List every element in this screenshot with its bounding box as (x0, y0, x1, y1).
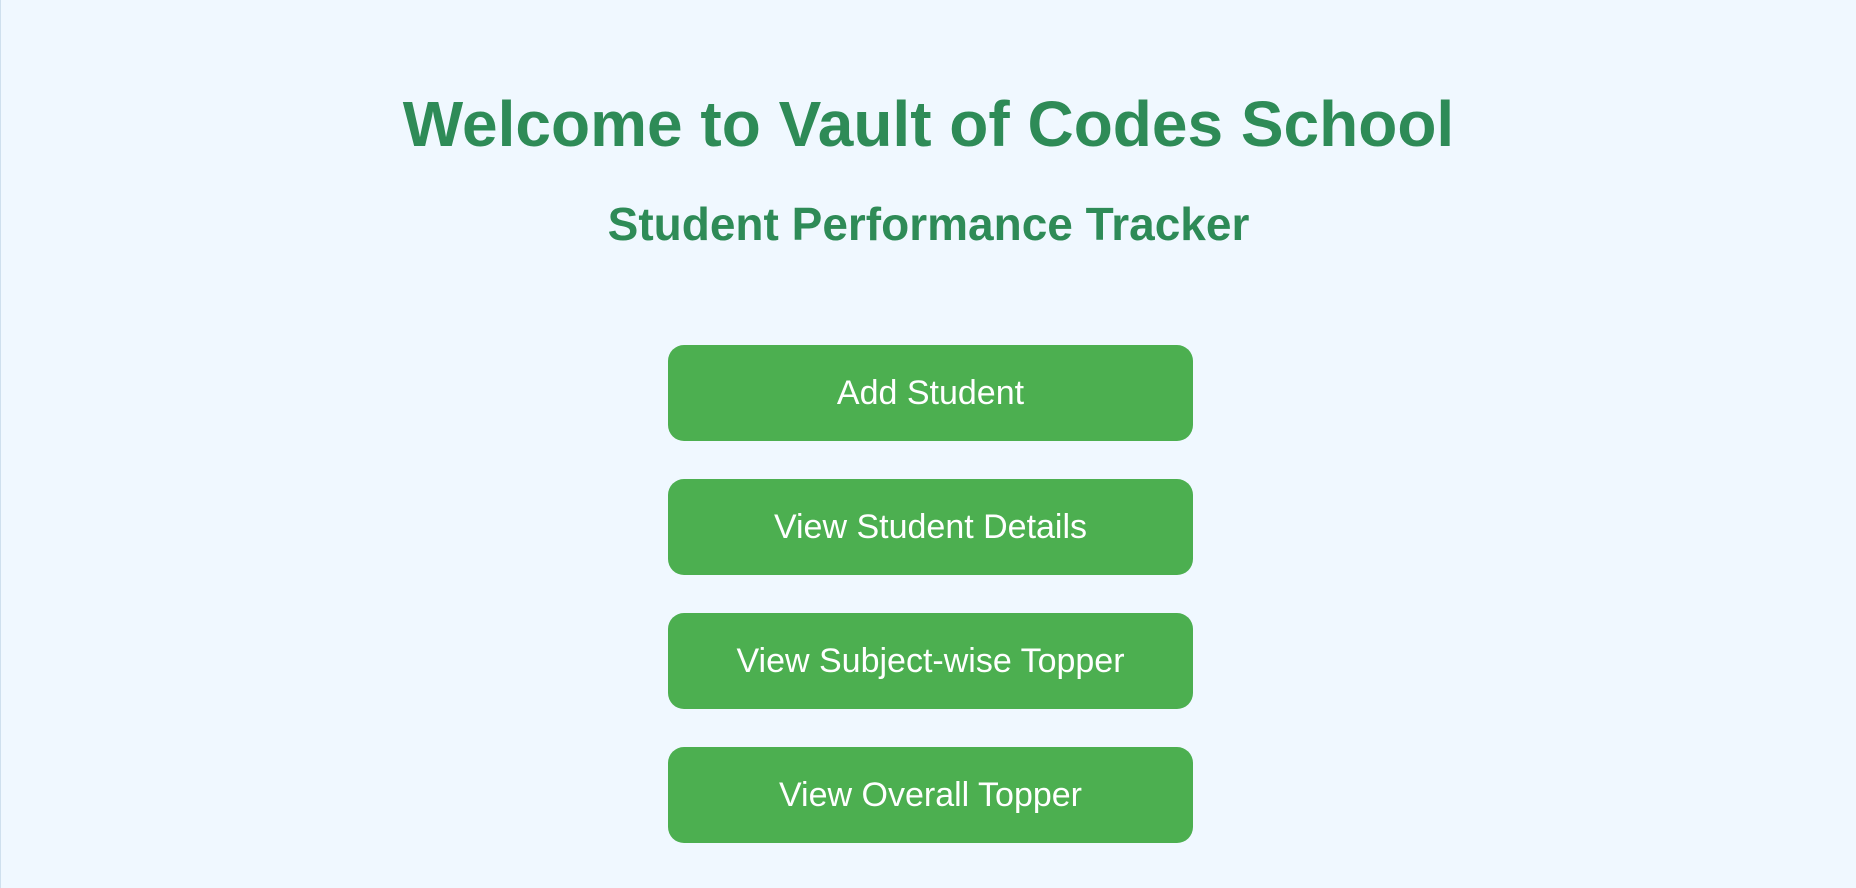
view-overall-topper-button[interactable]: View Overall Topper (668, 747, 1193, 843)
view-subject-wise-topper-button[interactable]: View Subject-wise Topper (668, 613, 1193, 709)
page-subtitle: Student Performance Tracker (607, 198, 1250, 250)
main-menu: Add Student View Student Details View Su… (668, 345, 1193, 881)
view-student-details-button[interactable]: View Student Details (668, 479, 1193, 575)
page: Welcome to Vault of Codes School Student… (1, 0, 1856, 888)
add-student-button[interactable]: Add Student (668, 345, 1193, 441)
page-title: Welcome to Vault of Codes School (402, 88, 1455, 160)
